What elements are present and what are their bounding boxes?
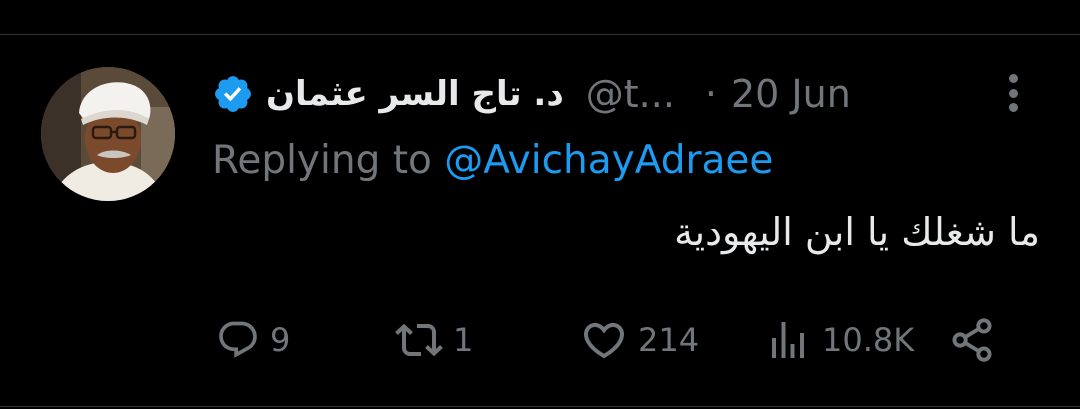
more-dot [1008, 74, 1018, 83]
user-handle[interactable]: @t... [586, 72, 675, 116]
views-count: 10.8K [822, 321, 915, 359]
more-dot [1008, 88, 1018, 98]
tweet-header: د. تاج السر عثمان @t... · 20 Jun [212, 66, 851, 122]
views-icon [772, 322, 804, 358]
verified-badge-icon [212, 73, 254, 115]
tweet-actions: 9 1 214 10.8K [0, 310, 1080, 370]
retweet-icon [395, 323, 443, 357]
display-name[interactable]: د. تاج السر عثمان [266, 74, 564, 114]
more-dot [1008, 103, 1018, 112]
heart-icon [583, 323, 625, 359]
avatar[interactable] [41, 67, 175, 201]
reply-count: 9 [270, 321, 291, 359]
retweet-count: 1 [453, 321, 474, 359]
reply-button[interactable]: 9 [216, 310, 290, 370]
share-icon [952, 318, 992, 362]
separator-dot: · [704, 72, 717, 116]
more-options-icon[interactable] [998, 70, 1028, 116]
replying-prefix: Replying to [212, 138, 432, 183]
top-divider [0, 34, 1080, 35]
replying-to-line: Replying to @AvichayAdraee [212, 138, 773, 183]
bottom-divider [0, 406, 1080, 407]
tweet-text: ما شغلك يا ابن اليهودية [674, 210, 1040, 254]
retweet-button[interactable]: 1 [395, 310, 473, 370]
tweet-date[interactable]: 20 Jun [731, 72, 851, 116]
share-button[interactable] [946, 310, 998, 370]
avatar-image [41, 67, 175, 201]
reply-icon [219, 321, 257, 358]
views-button[interactable]: 10.8K [764, 310, 914, 370]
like-button[interactable]: 214 [580, 310, 699, 370]
like-count: 214 [638, 321, 700, 359]
replying-to-mention[interactable]: @AvichayAdraee [444, 138, 773, 183]
